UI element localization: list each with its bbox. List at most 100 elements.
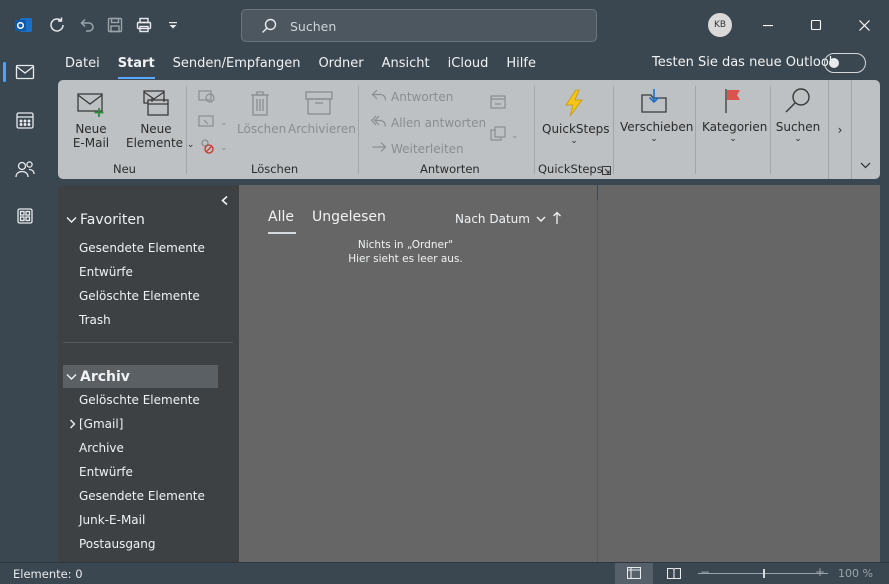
- favorites-header[interactable]: Favoriten: [66, 212, 145, 228]
- folder-item[interactable]: Entwürfe: [79, 265, 133, 279]
- new-items-icon: [126, 88, 186, 122]
- mail-icon[interactable]: [12, 59, 38, 85]
- ribbon-separator: [186, 86, 187, 174]
- sort-direction-icon[interactable]: [552, 211, 562, 228]
- tab-all[interactable]: Alle: [268, 209, 294, 225]
- apps-icon[interactable]: [12, 203, 38, 229]
- folder-item[interactable]: Gelöschte Elemente: [79, 289, 200, 303]
- undo-icon[interactable]: [76, 14, 98, 36]
- zoom-in-icon[interactable]: +: [815, 565, 825, 579]
- trash-icon: [237, 88, 283, 122]
- ignore-button[interactable]: [198, 88, 216, 107]
- chevron-down-icon: ⌄: [729, 134, 737, 144]
- collapse-pane-icon[interactable]: [220, 195, 229, 210]
- tab-senden-empfangen[interactable]: Senden/Empfangen: [164, 52, 310, 78]
- magnifier-icon: [774, 86, 822, 120]
- move-label: Verschieben: [620, 120, 694, 134]
- tab-datei[interactable]: Datei: [56, 52, 109, 78]
- tab-start[interactable]: Start: [109, 52, 164, 79]
- reply-all-button[interactable]: Allen antworten: [370, 114, 486, 131]
- forward-button[interactable]: Weiterleiten: [371, 140, 464, 157]
- archive-label: Archivieren: [288, 122, 356, 136]
- reading-view-button[interactable]: [662, 563, 686, 584]
- ribbon-more-icon[interactable]: ›: [828, 80, 852, 179]
- zoom-slider-thumb[interactable]: [763, 569, 765, 578]
- tab-all-underline: [268, 232, 296, 234]
- zoom-level[interactable]: 100 %: [838, 567, 873, 580]
- folder-item[interactable]: Trash: [79, 313, 111, 327]
- new-email-button[interactable]: Neue E-Mail: [72, 88, 110, 150]
- archive-button[interactable]: Archivieren: [288, 88, 356, 136]
- folder-item[interactable]: Postausgang: [79, 537, 156, 551]
- sort-label: Nach Datum: [455, 212, 530, 226]
- new-items-button[interactable]: Neue Elemente ⌄: [126, 88, 194, 150]
- chevron-down-icon: ⌄: [186, 140, 195, 150]
- avatar[interactable]: KB: [708, 13, 732, 37]
- normal-view-icon: [626, 566, 642, 582]
- reply-button[interactable]: Antworten: [371, 88, 453, 105]
- folder-item[interactable]: Gelöschte Elemente: [79, 393, 200, 407]
- group-label-new: Neu: [113, 162, 136, 176]
- meeting-button[interactable]: [489, 94, 507, 113]
- search-input[interactable]: [290, 15, 580, 37]
- folder-item[interactable]: Archive: [79, 441, 124, 455]
- print-icon[interactable]: [133, 14, 155, 36]
- sort-dropdown[interactable]: Nach Datum: [455, 212, 546, 226]
- zoom-out-icon[interactable]: −: [700, 565, 710, 579]
- group-label-delete: Löschen: [251, 162, 299, 176]
- categories-button[interactable]: Kategorien ⌄: [702, 86, 767, 144]
- chevron-down-icon: ⌄: [220, 142, 228, 153]
- delete-button[interactable]: Löschen: [237, 88, 286, 136]
- customize-toolbar-icon[interactable]: [162, 14, 184, 36]
- tab-hilfe[interactable]: Hilfe: [497, 52, 545, 78]
- ribbon-separator: [534, 86, 535, 174]
- new-items-label-1: Neue: [140, 122, 172, 136]
- dialog-launcher-icon[interactable]: [602, 164, 611, 175]
- ribbon-search-button[interactable]: Suchen ⌄: [774, 86, 822, 144]
- folder-item[interactable]: [Gmail]: [79, 417, 123, 431]
- quicksteps-label: QuickSteps: [542, 122, 610, 136]
- outlook-logo-icon: [13, 14, 35, 36]
- minimize-icon[interactable]: [756, 13, 780, 37]
- ribbon-separator: [770, 86, 771, 174]
- save-icon[interactable]: [104, 14, 126, 36]
- chevron-down-icon: [66, 369, 77, 385]
- folder-divider: [63, 342, 233, 343]
- tab-ordner[interactable]: Ordner: [309, 52, 372, 78]
- reading-view-icon: [666, 567, 682, 582]
- move-button[interactable]: Verschieben ⌄: [620, 86, 694, 144]
- new-email-label-2: E-Mail: [72, 136, 110, 150]
- close-icon[interactable]: [852, 13, 876, 37]
- folder-item[interactable]: Gesendete Elemente: [79, 489, 205, 503]
- search-box[interactable]: [241, 9, 597, 42]
- folder-item[interactable]: Entwürfe: [79, 465, 133, 479]
- ribbon-collapse-icon[interactable]: [858, 158, 872, 172]
- new-outlook-toggle[interactable]: [824, 53, 866, 73]
- new-email-label-1: Neue: [75, 122, 107, 136]
- ribbon-search-label: Suchen: [775, 120, 821, 134]
- chevron-right-icon[interactable]: [69, 418, 76, 432]
- junk-button[interactable]: ⌄: [198, 137, 228, 158]
- status-bar: Elemente: 0 − + 100 %: [0, 562, 889, 584]
- tab-icloud[interactable]: iCloud: [439, 52, 498, 78]
- ribbon-separator: [695, 86, 696, 174]
- maximize-icon[interactable]: [804, 13, 828, 37]
- normal-view-button[interactable]: [615, 563, 653, 584]
- folder-item[interactable]: Gesendete Elemente: [79, 241, 205, 255]
- calendar-icon[interactable]: [12, 107, 38, 133]
- account-header[interactable]: Archiv: [63, 365, 218, 388]
- sync-icon[interactable]: [46, 14, 68, 36]
- tab-unread[interactable]: Ungelesen: [312, 209, 386, 225]
- cleanup-icon: [198, 113, 216, 132]
- reply-label: Antworten: [391, 89, 454, 104]
- cleanup-button[interactable]: ⌄: [198, 113, 228, 132]
- more-respond-button[interactable]: ⌄: [489, 126, 519, 145]
- folder-pane: Favoriten Gesendete Elemente Entwürfe Ge…: [58, 185, 239, 562]
- people-icon[interactable]: [12, 156, 38, 182]
- new-email-icon: [72, 88, 110, 122]
- folder-item[interactable]: Junk-E-Mail: [79, 513, 145, 527]
- tab-ansicht[interactable]: Ansicht: [373, 52, 439, 78]
- chevron-down-icon: ⌄: [650, 134, 658, 144]
- forward-icon: [371, 140, 387, 157]
- quicksteps-button[interactable]: QuickSteps ⌄: [542, 88, 610, 146]
